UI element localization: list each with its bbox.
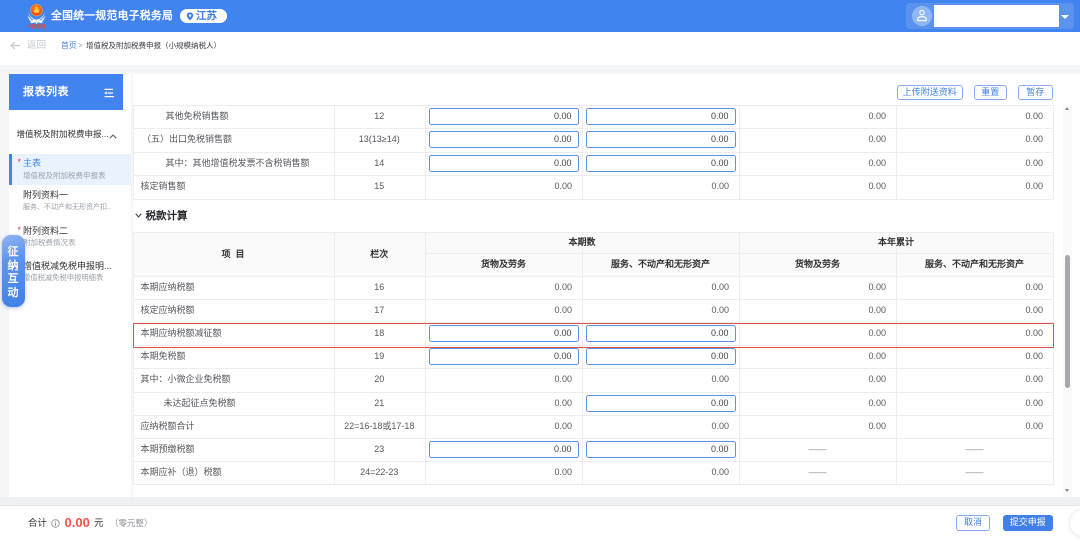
- svg-text:中国税务: 中国税务: [27, 23, 46, 29]
